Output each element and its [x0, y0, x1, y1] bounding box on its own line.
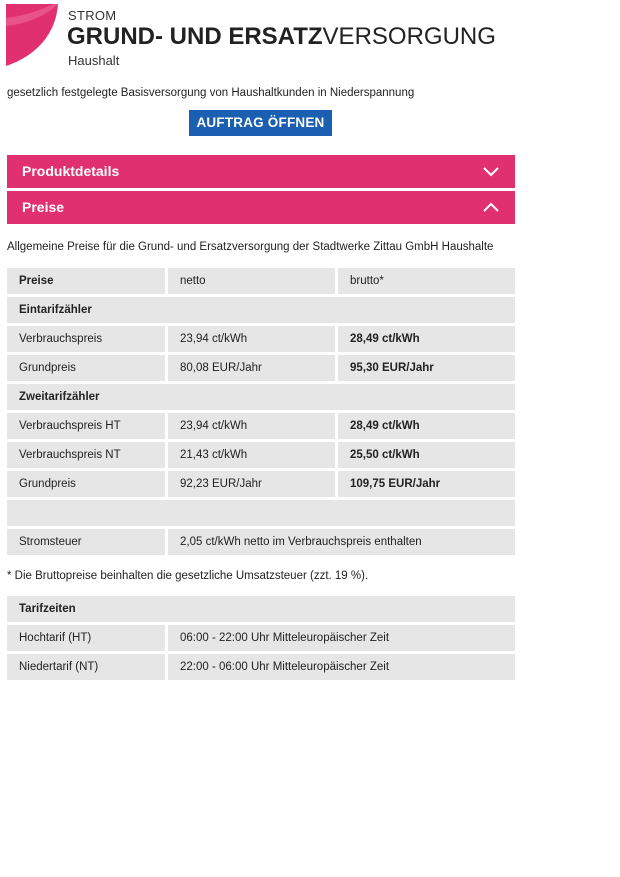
- tariff-times-table: Tarifzeiten Hochtarif (HT) 06:00 - 22:00…: [7, 593, 516, 683]
- gross-value: 28,49 ct/kWh: [335, 326, 515, 352]
- price-table: Preise netto brutto* Eintarifzähler Verb…: [7, 265, 515, 558]
- table-header-row: Tarifzeiten: [7, 596, 516, 622]
- chevron-up-icon: [483, 202, 499, 212]
- pink-wave-logo: [6, 4, 62, 66]
- vat-footnote: * Die Bruttopreise beinhalten die gesetz…: [7, 570, 369, 582]
- page-title-regular: VERSORGUNG: [322, 23, 496, 50]
- table-row: Stromsteuer 2,05 ct/kWh netto im Verbrau…: [7, 529, 515, 555]
- page-subtitle: Haushalt: [68, 53, 120, 68]
- tax-value: 2,05 ct/kWh netto im Verbrauchspreis ent…: [165, 529, 515, 555]
- table-row: Hochtarif (HT) 06:00 - 22:00 Uhr Mittele…: [7, 625, 516, 651]
- row-label: Verbrauchspreis NT: [7, 442, 165, 468]
- table-header-row: Preise netto brutto*: [7, 268, 515, 294]
- accordion-product-details[interactable]: Produktdetails: [7, 155, 515, 188]
- net-value: 21,43 ct/kWh: [165, 442, 335, 468]
- accordion-prices[interactable]: Preise: [7, 191, 515, 224]
- page-title: GRUND- UND ERSATZVERSORGUNG: [67, 23, 496, 51]
- row-label: Niedertarif (NT): [7, 654, 165, 680]
- page-title-bold: GRUND- UND ERSATZ: [67, 23, 323, 50]
- net-value: 92,23 EUR/Jahr: [165, 471, 335, 497]
- table-row: Niedertarif (NT) 22:00 - 06:00 Uhr Mitte…: [7, 654, 516, 680]
- section-dual-tariff: Zweitarifzähler: [7, 384, 515, 410]
- table-row: Verbrauchspreis 23,94 ct/kWh 28,49 ct/kW…: [7, 326, 515, 352]
- product-category: STROM: [68, 8, 117, 23]
- chevron-down-icon: [483, 167, 499, 177]
- row-label: Hochtarif (HT): [7, 625, 165, 651]
- tariff-times-header: Tarifzeiten: [7, 596, 516, 622]
- accordion-product-details-label: Produktdetails: [22, 163, 120, 179]
- section-single-tariff: Eintarifzähler: [7, 297, 515, 323]
- net-value: 23,94 ct/kWh: [165, 413, 335, 439]
- row-label: Verbrauchspreis: [7, 326, 165, 352]
- intro-text: gesetzlich festgelegte Basisversorgung v…: [7, 87, 415, 99]
- row-label: Stromsteuer: [7, 529, 165, 555]
- table-row: Grundpreis 80,08 EUR/Jahr 95,30 EUR/Jahr: [7, 355, 515, 381]
- table-row: Verbrauchspreis NT 21,43 ct/kWh 25,50 ct…: [7, 442, 515, 468]
- header-cell: brutto*: [335, 268, 515, 294]
- row-label: Grundpreis: [7, 471, 165, 497]
- row-label: Grundpreis: [7, 355, 165, 381]
- gross-value: 25,50 ct/kWh: [335, 442, 515, 468]
- accordion-prices-label: Preise: [22, 199, 65, 215]
- table-row: Grundpreis 92,23 EUR/Jahr 109,75 EUR/Jah…: [7, 471, 515, 497]
- section-row: Zweitarifzähler: [7, 384, 515, 410]
- gross-value: 109,75 EUR/Jahr: [335, 471, 515, 497]
- section-row: Eintarifzähler: [7, 297, 515, 323]
- net-value: 80,08 EUR/Jahr: [165, 355, 335, 381]
- empty-cell: [7, 500, 515, 526]
- header-cell: Preise: [7, 268, 165, 294]
- time-value: 22:00 - 06:00 Uhr Mitteleuropäischer Zei…: [165, 654, 516, 680]
- gross-value: 28,49 ct/kWh: [335, 413, 515, 439]
- row-label: Verbrauchspreis HT: [7, 413, 165, 439]
- open-order-button[interactable]: AUFTRAG ÖFFNEN: [189, 110, 332, 136]
- spacer-row: [7, 500, 515, 526]
- time-value: 06:00 - 22:00 Uhr Mitteleuropäischer Zei…: [165, 625, 516, 651]
- gross-value: 95,30 EUR/Jahr: [335, 355, 515, 381]
- net-value: 23,94 ct/kWh: [165, 326, 335, 352]
- header-cell: netto: [165, 268, 335, 294]
- prices-description: Allgemeine Preise für die Grund- und Ers…: [7, 241, 494, 253]
- table-row: Verbrauchspreis HT 23,94 ct/kWh 28,49 ct…: [7, 413, 515, 439]
